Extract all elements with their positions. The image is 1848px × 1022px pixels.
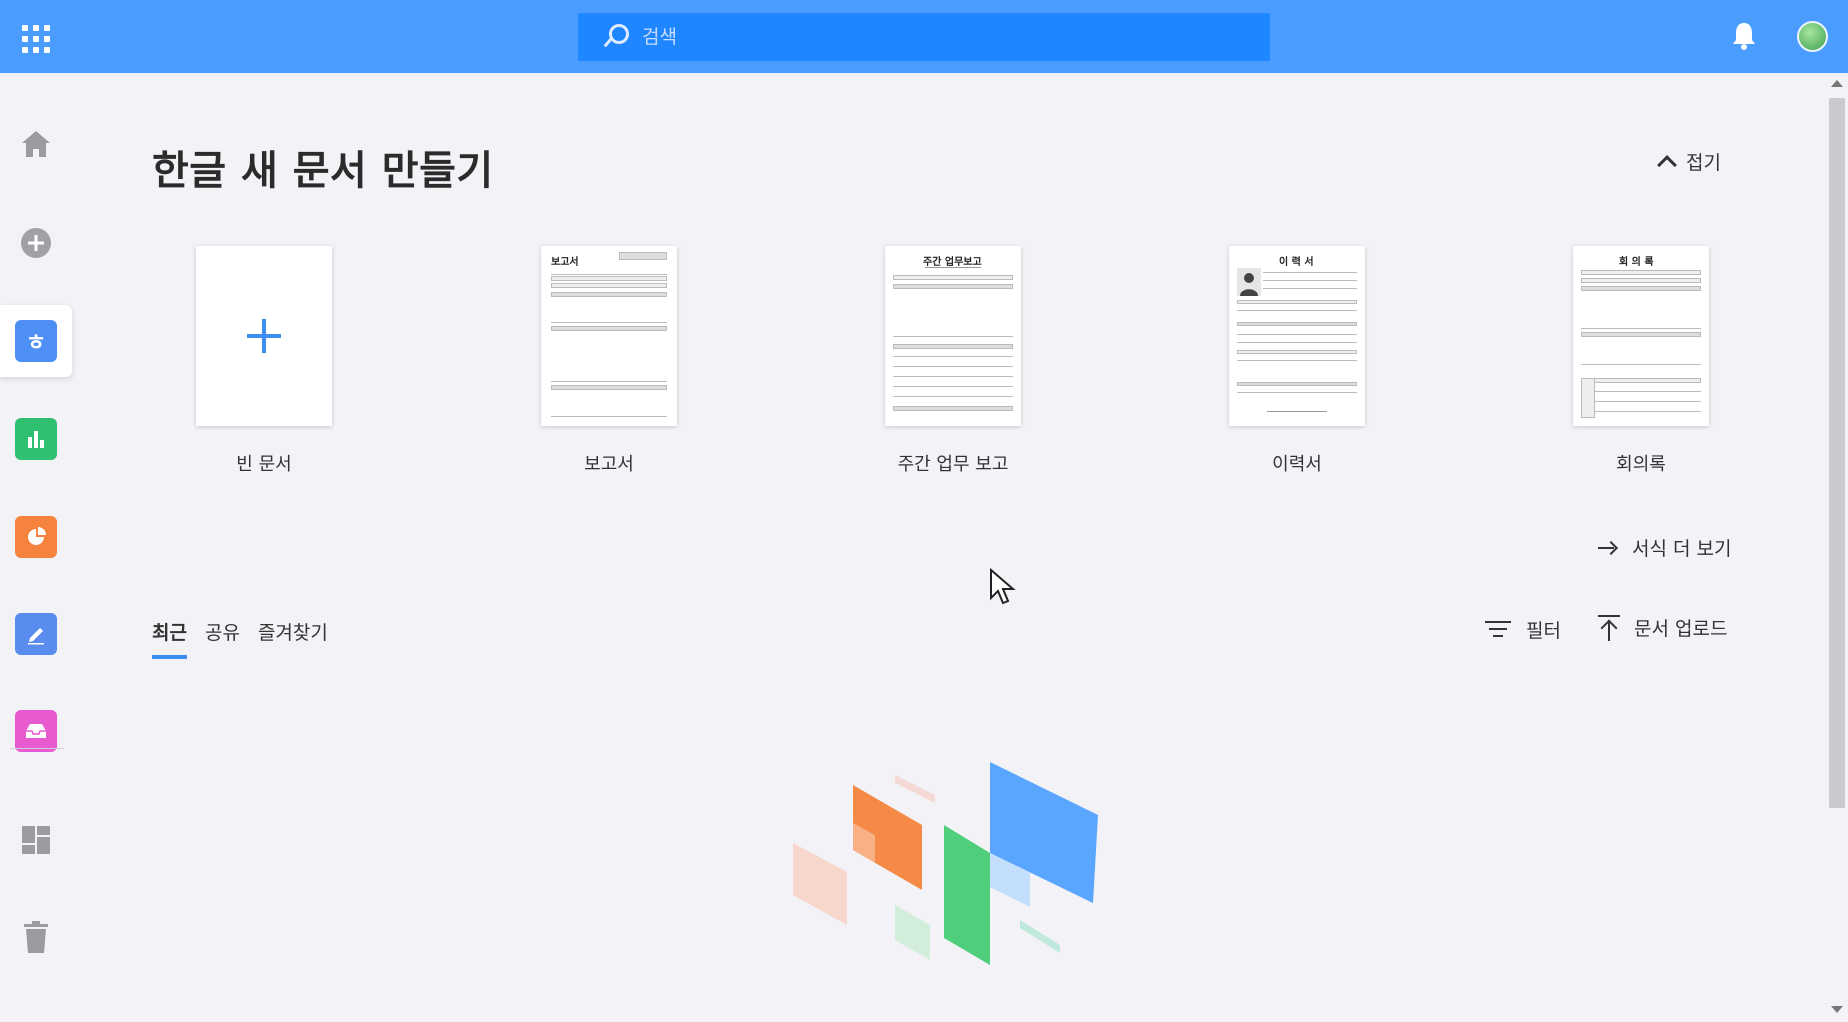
template-thumbnail[interactable]: 주간 업무보고 [885,246,1021,426]
app-grid-icon[interactable] [22,25,50,53]
template-thumbnail[interactable]: 이 력 서 [1229,246,1365,426]
thumbnail-title: 이 력 서 [1279,257,1314,268]
bell-icon[interactable] [1730,20,1758,52]
scroll-up-arrow[interactable] [1831,80,1843,87]
tab-favorites[interactable]: 즐겨찾기 [258,618,328,659]
collapse-label: 접기 [1686,152,1721,174]
template-label: 이력서 [1272,454,1322,475]
sidebar-item-home[interactable] [0,108,72,180]
template-label: 빈 문서 [236,454,292,475]
more-templates-link[interactable]: 서식 더 보기 [1598,534,1731,561]
thumbnail-title: 보고서 [551,257,579,268]
mouse-cursor [990,568,1016,605]
template-label: 주간 업무 보고 [897,454,1009,475]
profile-photo-icon [1237,268,1261,296]
sidebar-item-inbox[interactable] [0,695,72,767]
collapse-button[interactable]: 접기 [1657,148,1721,175]
sidebar-item-trash[interactable] [0,901,72,973]
tab-recent[interactable]: 최근 [152,618,187,659]
upload-button[interactable]: 문서 업로드 [1598,614,1727,641]
scrollbar-thumb[interactable] [1829,98,1845,808]
filter-button[interactable]: 필터 [1484,616,1561,643]
user-avatar[interactable] [1797,21,1828,52]
template-blank[interactable]: 빈 문서 [196,246,332,475]
sidebar-item-dashboard[interactable] [0,804,72,876]
scroll-down-arrow[interactable] [1831,1006,1843,1013]
thumbnail-title: 주간 업무보고 [923,257,982,268]
template-thumbnail[interactable]: 보고서 [541,246,677,426]
sidebar-divider [10,748,64,749]
plus-icon [247,319,281,353]
search-input[interactable] [642,26,1242,48]
template-thumbnail[interactable] [196,246,332,426]
page-title: 한글 새 문서 만들기 [152,148,494,194]
template-label: 회의록 [1616,454,1666,475]
sidebar-item-new[interactable] [0,207,72,279]
template-resume[interactable]: 이 력 서 이력서 [1229,246,1365,475]
filter-label: 필터 [1526,620,1561,642]
hangul-app-glyph: ㅎ [25,331,47,356]
sidebar-item-cell[interactable] [0,403,72,475]
pie-chart-app-icon [15,516,57,558]
top-bar [0,0,1848,73]
sidebar-item-draw[interactable] [0,598,72,670]
search-bar[interactable] [578,13,1270,61]
plus-circle-icon [21,228,51,258]
more-templates-label: 서식 더 보기 [1632,538,1732,560]
home-icon [22,131,50,157]
thumbnail-title: 회 의 록 [1619,257,1654,268]
template-label: 보고서 [584,454,634,475]
sidebar-item-show[interactable] [0,501,72,573]
tab-shared[interactable]: 공유 [205,618,240,659]
dashboard-icon [22,826,50,854]
upload-label: 문서 업로드 [1634,618,1728,640]
empty-state-illustration [793,762,1098,965]
pen-app-icon [15,613,57,655]
trash-icon [24,921,48,953]
document-tabs: 최근 공유 즐겨찾기 [152,618,346,659]
template-thumbnail[interactable]: 회 의 록 [1573,246,1709,426]
filter-icon [1484,620,1512,640]
bar-chart-app-icon [15,418,57,460]
upload-icon [1598,614,1620,641]
sidebar: ㅎ [0,73,72,1022]
template-weekly-report[interactable]: 주간 업무보고 주간 업무 보고 [885,246,1021,475]
arrow-right-icon [1598,541,1616,555]
template-minutes[interactable]: 회 의 록 회의록 [1573,246,1709,475]
search-icon [600,22,630,52]
chevron-up-icon [1657,154,1677,175]
hangul-app-icon: ㅎ [15,320,57,362]
sidebar-item-hangul[interactable]: ㅎ [0,305,72,377]
inbox-app-icon [15,710,57,752]
template-report[interactable]: 보고서 보고서 [541,246,677,475]
